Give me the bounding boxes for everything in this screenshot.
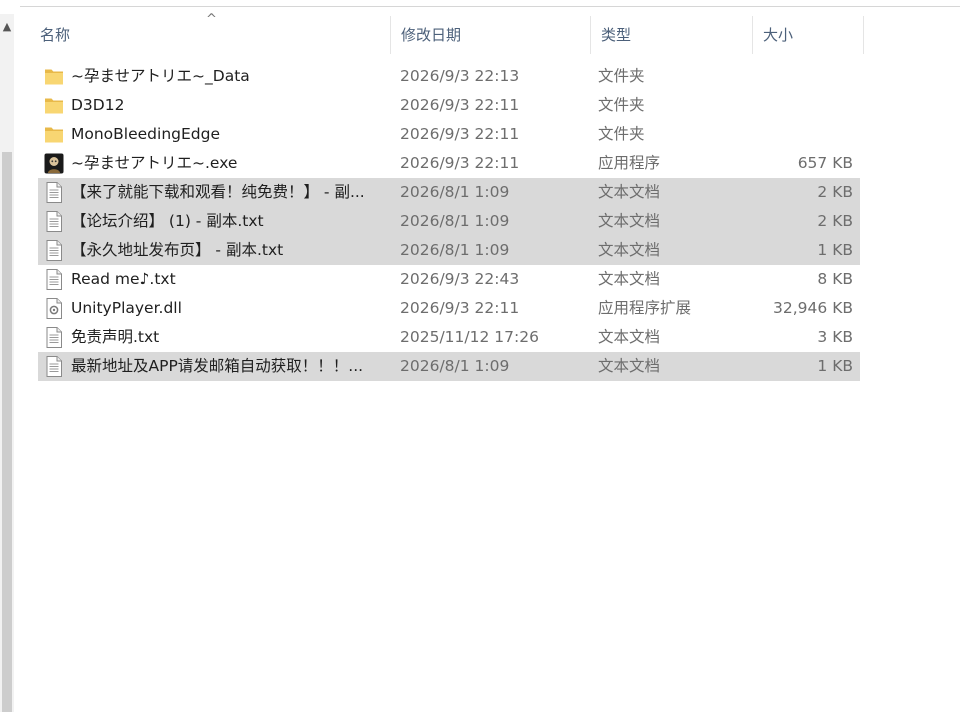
file-name: 【论坛介绍】 (1) - 副本.txt	[71, 212, 264, 230]
folder-icon	[44, 66, 64, 87]
file-row[interactable]: UnityPlayer.dll 2026/9/3 22:11 应用程序扩展 32,94…	[38, 294, 860, 323]
file-row[interactable]: 【永久地址发布页】 - 副本.txt 2026/8/1 1:09 文本文档 1 KB	[38, 236, 860, 265]
file-name: UnityPlayer.dll	[71, 299, 182, 317]
file-row[interactable]: 免责声明.txt 2025/11/12 17:26 文本文档 3 KB	[38, 323, 860, 352]
text-file-icon	[44, 356, 64, 377]
file-date: 2026/9/3 22:13	[400, 67, 520, 85]
file-size	[738, 91, 853, 120]
column-header-row: ^ 名称 修改日期 类型 大小	[30, 12, 864, 54]
file-name: 最新地址及APP请发邮箱自动获取！！！...	[71, 357, 364, 375]
dll-file-icon	[44, 298, 64, 319]
column-header-date-label: 修改日期	[401, 26, 462, 44]
file-date: 2026/9/3 22:11	[400, 154, 520, 172]
column-header-date[interactable]: 修改日期	[391, 16, 590, 54]
file-name: Read me♪.txt	[71, 270, 176, 288]
file-type: 文本文档	[598, 241, 661, 259]
text-file-icon	[44, 182, 64, 203]
app-icon	[44, 153, 64, 174]
file-name: 【来了就能下载和观看！纯免费！】 - 副...	[71, 183, 365, 201]
column-divider[interactable]	[863, 16, 864, 54]
file-name: D3D12	[71, 96, 125, 114]
column-header-type-label: 类型	[601, 26, 632, 44]
column-header-type[interactable]: 类型	[591, 16, 752, 54]
file-size: 3 KB	[817, 328, 853, 346]
text-file-icon	[44, 269, 64, 290]
file-name: MonoBleedingEdge	[71, 125, 220, 143]
text-file-icon	[44, 211, 64, 232]
file-type: 应用程序	[598, 154, 661, 172]
file-date: 2026/8/1 1:09	[400, 183, 510, 201]
file-date: 2026/9/3 22:11	[400, 125, 520, 143]
file-row[interactable]: MonoBleedingEdge 2026/9/3 22:11 文件夹	[38, 120, 860, 149]
file-name: ~孕ませアトリエ~_Data	[71, 67, 250, 85]
file-row[interactable]: Read me♪.txt 2026/9/3 22:43 文本文档 8 KB	[38, 265, 860, 294]
file-type: 文件夹	[598, 96, 645, 114]
file-explorer-window: ▲ ^ 名称 修改日期 类型 大小 ~孕ませアトリエ~_Data 2026/9/3…	[0, 0, 960, 712]
scroll-up-arrow-icon[interactable]: ▲	[1, 20, 13, 34]
file-date: 2025/11/12 17:26	[400, 328, 539, 346]
file-name: 【永久地址发布页】 - 副本.txt	[71, 241, 284, 259]
column-header-size[interactable]: 大小	[753, 16, 863, 54]
file-size: 2 KB	[817, 212, 853, 230]
column-header-name[interactable]: 名称	[30, 16, 390, 54]
file-list: ~孕ませアトリエ~_Data 2026/9/3 22:13 文件夹 D3D12 2026…	[38, 62, 860, 381]
file-name: 免责声明.txt	[71, 328, 160, 346]
file-size	[738, 120, 853, 149]
file-date: 2026/9/3 22:43	[400, 270, 520, 288]
file-size	[738, 62, 853, 91]
file-type: 文件夹	[598, 125, 645, 143]
file-type: 应用程序扩展	[598, 299, 692, 317]
file-date: 2026/9/3 22:11	[400, 299, 520, 317]
file-size: 657 KB	[797, 154, 853, 172]
file-row[interactable]: 【论坛介绍】 (1) - 副本.txt 2026/8/1 1:09 文本文档 2 KB	[38, 207, 860, 236]
file-date: 2026/9/3 22:11	[400, 96, 520, 114]
file-size: 2 KB	[817, 183, 853, 201]
file-size: 8 KB	[817, 270, 853, 288]
column-header-size-label: 大小	[763, 26, 794, 44]
file-date: 2026/8/1 1:09	[400, 241, 510, 259]
file-type: 文本文档	[598, 270, 661, 288]
folder-icon	[44, 124, 64, 145]
file-row[interactable]: 最新地址及APP请发邮箱自动获取！！！... 2026/8/1 1:09 文本文档 1…	[38, 352, 860, 381]
file-date: 2026/8/1 1:09	[400, 357, 510, 375]
folder-icon	[44, 95, 64, 116]
file-type: 文本文档	[598, 328, 661, 346]
file-row[interactable]: D3D12 2026/9/3 22:11 文件夹	[38, 91, 860, 120]
file-type: 文本文档	[598, 212, 661, 230]
file-size: 1 KB	[817, 357, 853, 375]
file-type: 文件夹	[598, 67, 645, 85]
text-file-icon	[44, 240, 64, 261]
file-type: 文本文档	[598, 357, 661, 375]
scroll-thumb[interactable]	[2, 152, 12, 712]
file-date: 2026/8/1 1:09	[400, 212, 510, 230]
file-row[interactable]: ~孕ませアトリエ~_Data 2026/9/3 22:13 文件夹	[38, 62, 860, 91]
file-row[interactable]: ~孕ませアトリエ~.exe 2026/9/3 22:11 应用程序 657 KB	[38, 149, 860, 178]
file-size: 1 KB	[817, 241, 853, 259]
nav-pane-scrollbar[interactable]: ▲	[0, 14, 14, 712]
column-header-name-label: 名称	[40, 26, 71, 44]
text-file-icon	[44, 327, 64, 348]
file-size: 32,946 KB	[773, 299, 853, 317]
file-type: 文本文档	[598, 183, 661, 201]
file-row[interactable]: 【来了就能下载和观看！纯免费！】 - 副... 2026/8/1 1:09 文本文档…	[38, 178, 860, 207]
file-name: ~孕ませアトリエ~.exe	[71, 154, 238, 172]
toolbar-divider	[20, 6, 960, 7]
